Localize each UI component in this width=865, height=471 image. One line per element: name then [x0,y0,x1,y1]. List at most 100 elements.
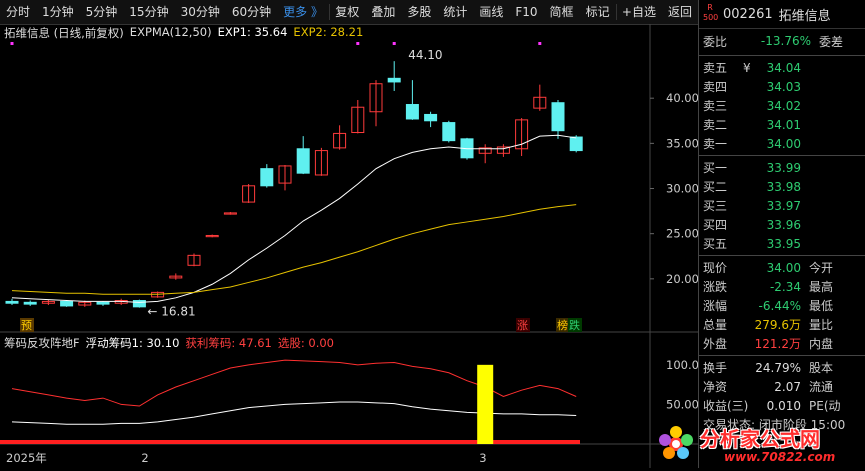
bid-row[interactable]: 买五33.95 [699,234,865,253]
sub-tick: 50.00 [666,397,698,411]
site-watermark: 分析家公式网 www.70822.com [652,420,865,468]
toolbar-item[interactable]: 1分钟 [36,0,80,24]
ask-label: 卖二 [703,116,743,133]
quote-label: 现价 [703,259,743,276]
stats-right-label: PE(动 [809,397,841,414]
stats-value: 2.07 [755,380,801,394]
ask-label: 卖一 [703,135,743,152]
quote-label: 涨幅 [703,297,743,314]
candle-body [6,301,18,303]
candle-body [261,169,273,186]
stats-label: 净资 [703,378,755,395]
quote-value: 279.6万 [743,316,801,333]
stats-row: 换手24.79% 股本 [699,358,865,377]
toolbar-item[interactable]: 30分钟 [175,0,226,24]
quote-value: 34.00 [743,261,801,275]
indicator-label[interactable]: EXPMA(12,50) [130,25,212,41]
bid-label: 买三 [703,197,743,214]
quote-label: 外盘 [703,335,743,352]
toolbar-item[interactable]: 60分钟 [226,0,277,24]
sub-indicator-name[interactable]: 筹码反攻阵地F [4,335,80,351]
sub-legend: 筹码反攻阵地F 浮动筹码1: 30.10 获利筹码: 47.61 选股: 0.0… [4,335,334,351]
zhang-tag: 涨 [517,319,528,332]
quote-row: 现价34.00今开 [699,258,865,277]
toolbar-item[interactable]: 复权 [329,0,365,24]
candle-body [388,78,400,82]
bid-price: 33.95 [743,237,801,251]
stats-right-label: 股本 [809,359,833,376]
quote-right-label: 量比 [809,316,833,333]
candle-body [570,137,582,151]
toolbar-item[interactable]: 返回 [662,0,698,24]
stats-value: 24.79% [755,361,801,375]
quote-value: -2.34 [743,280,801,294]
stats-right-label: 流通 [809,378,833,395]
bid-label: 买二 [703,178,743,195]
candle-body [97,302,109,304]
quote-row: 涨幅-6.44%最低 [699,296,865,315]
signal-bar [477,365,493,444]
bid-row[interactable]: 买二33.98 [699,177,865,196]
ask-row[interactable]: 卖四 34.03 [699,77,865,96]
toolbar-item[interactable]: 多股 [401,0,437,24]
signal-dot [356,42,359,45]
toolbar-item[interactable]: 统计 [437,0,473,24]
stats-label: 换手 [703,359,755,376]
price-tick: 40.00 [666,91,698,105]
toolbar-item[interactable]: 简框 [544,0,580,24]
ask-label: 卖五 [703,59,743,76]
ask-price: 34.03 [757,80,801,94]
candle-body [133,301,145,307]
toolbar-item[interactable]: 分时 [0,0,36,24]
toolbar-item[interactable]: +自选 [616,0,662,24]
divider [699,355,865,356]
bid-label: 买四 [703,216,743,233]
weibi-row: 委比 -13.76% 委差 [699,29,865,53]
bid-price: 33.99 [743,161,801,175]
signal-dot [11,42,14,45]
toolbar-item[interactable]: 15分钟 [123,0,174,24]
ask-label: 卖四 [703,78,743,95]
quote-row: 涨跌-2.34最高 [699,277,865,296]
bang-tag: 榜 [557,318,568,332]
high-price-label: 44.10 [408,48,442,62]
ask-row[interactable]: 卖三34.02 [699,96,865,115]
bid-row[interactable]: 买三33.97 [699,196,865,215]
candle-body [425,114,437,120]
toolbar-item[interactable]: 更多 》 [277,0,329,24]
divider [699,55,865,56]
stats-row: 收益(三)0.010PE(动 [699,396,865,415]
main-legend: 拓维信息 (日线,前复权) EXPMA(12,50) EXP1: 35.64 E… [4,25,363,41]
ask-row[interactable]: 卖二34.01 [699,115,865,134]
date-tick: 2025年 [6,451,47,465]
candle-body [24,302,36,304]
toolbar-item[interactable]: 叠加 [365,0,401,24]
toolbar-item[interactable]: 标记 [580,0,616,24]
flower-logo-icon [659,426,693,459]
kline-chart: 40.0035.0030.0025.0020.0044.10← 16.81预涨榜… [0,24,698,468]
date-tick: 3 [479,451,486,465]
ask-price: 34.04 [757,61,801,75]
price-tick: 30.00 [666,182,698,196]
toolbar-item[interactable]: F10 [509,0,543,24]
stats-label: 收益(三) [703,397,755,414]
bid-price: 33.97 [743,199,801,213]
stock-code: 002261 [723,7,773,22]
bid-row[interactable]: 买四33.96 [699,215,865,234]
signal-dot [538,42,541,45]
bid-row[interactable]: 买一33.99 [699,158,865,177]
toolbar-item[interactable]: 5分钟 [80,0,124,24]
ask-row[interactable]: 卖五¥34.04 [699,58,865,77]
period-toolbar: 分时1分钟5分钟15分钟30分钟60分钟更多 》复权叠加多股统计画线F10简框标… [0,0,698,25]
badge-bottom: 500 [703,13,717,23]
ask-price: 34.00 [757,137,801,151]
divider [699,155,865,156]
quote-right-label: 最低 [809,297,833,314]
divider [699,255,865,256]
quote-panel: R 500 002261 拓维信息 委比 -13.76% 委差 卖五¥34.04… [698,0,865,468]
candle-body [297,149,309,173]
toolbar-item[interactable]: 画线 [473,0,509,24]
quote-label: 涨跌 [703,278,743,295]
sub-tick: 100.0 [666,358,698,372]
ask-row[interactable]: 卖一 34.00 [699,134,865,153]
